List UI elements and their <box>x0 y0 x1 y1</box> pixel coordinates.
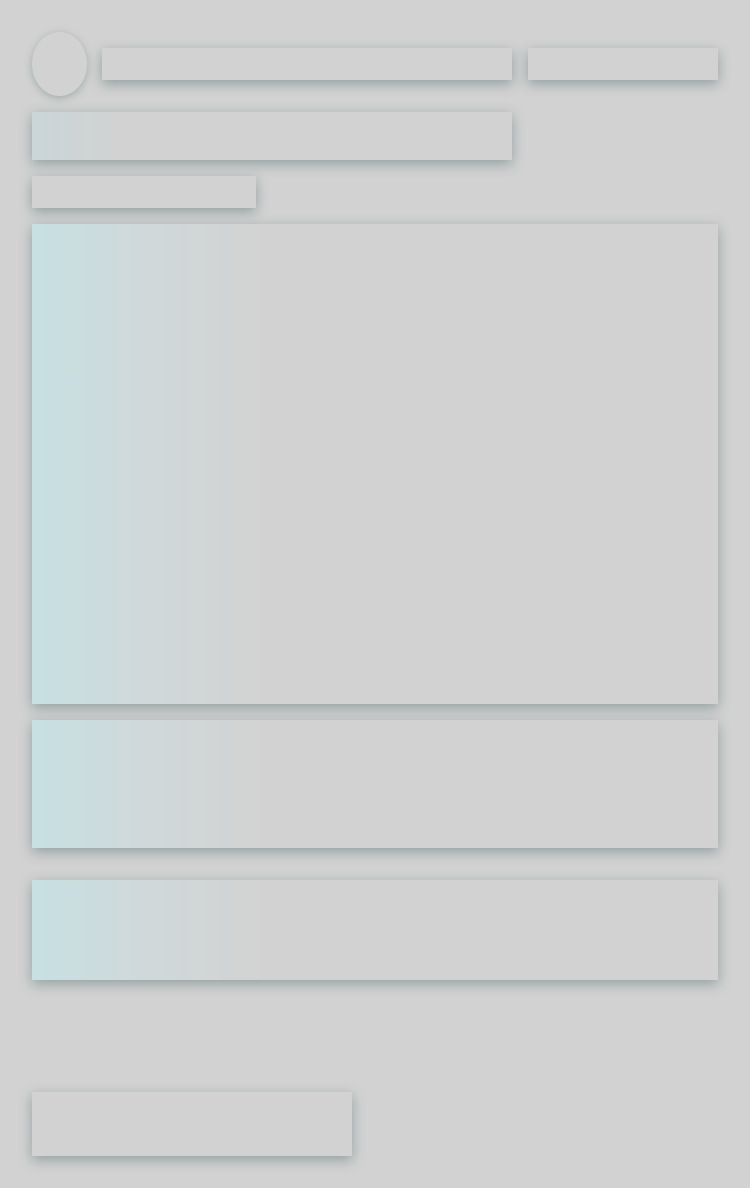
loading-card <box>0 0 750 1188</box>
action-button-placeholder <box>32 1092 352 1156</box>
body-text-placeholder <box>32 720 718 848</box>
author-name-placeholder <box>102 48 512 80</box>
media-placeholder <box>32 224 718 704</box>
avatar-placeholder <box>32 32 87 96</box>
subtitle-placeholder <box>32 176 256 208</box>
meta-info-placeholder <box>528 48 718 80</box>
title-placeholder <box>32 112 512 160</box>
body-text-placeholder <box>32 880 718 980</box>
